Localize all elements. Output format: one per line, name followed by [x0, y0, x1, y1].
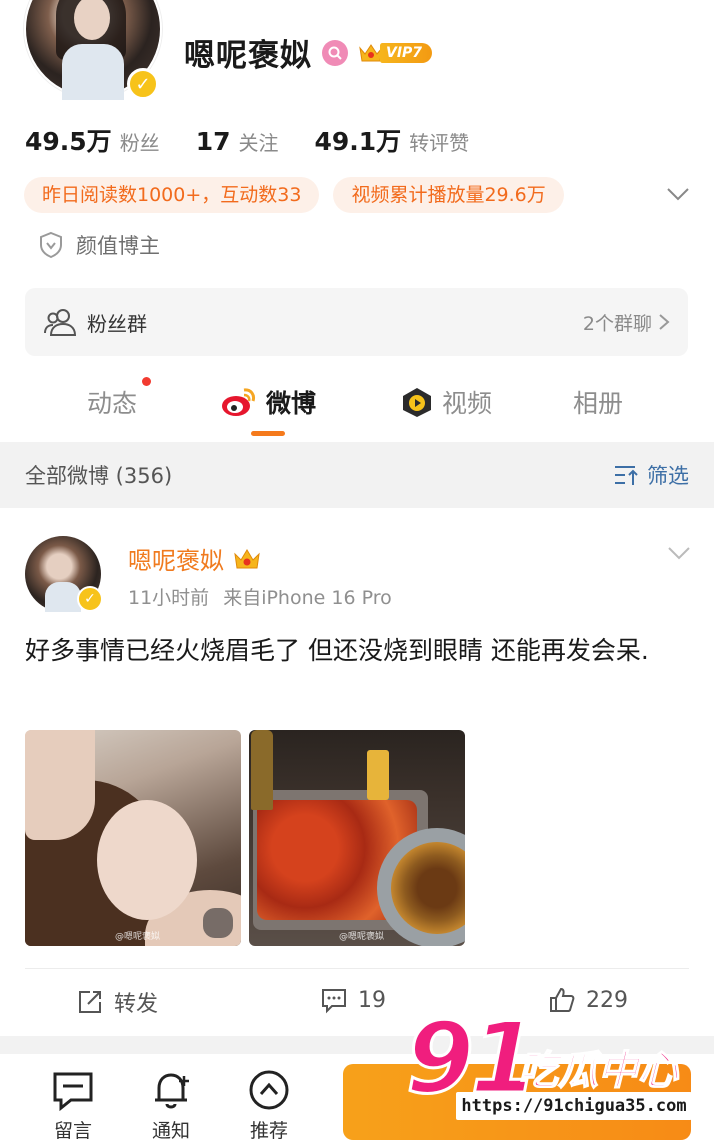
- logo-text: 吃瓜中心: [517, 1047, 679, 1095]
- post-author-name[interactable]: 嗯呢褒姒: [128, 541, 224, 576]
- post-source: 来自iPhone 16 Pro: [223, 587, 392, 609]
- video-logo-icon: [403, 388, 431, 417]
- fan-group-label: 粉丝群: [87, 311, 147, 336]
- image-watermark: @嗯呢褒姒: [115, 932, 161, 942]
- tab-label: 动态: [87, 389, 138, 418]
- stat-followers[interactable]: 49.5万 粉丝: [25, 122, 160, 158]
- image-watermark: @嗯呢褒姒: [339, 932, 385, 942]
- reads-pill[interactable]: 昨日阅读数1000+，互动数33: [24, 177, 320, 213]
- vip-level: VIP7: [380, 42, 433, 63]
- post-filter-bar: 全部微博 (356) 筛选: [0, 442, 714, 508]
- search-icon[interactable]: [322, 39, 348, 66]
- fan-group-count: 2个群聊: [583, 309, 670, 336]
- tab-label: 微博: [266, 389, 317, 418]
- stat-value: 49.5万: [25, 127, 112, 156]
- shield-icon: [40, 231, 62, 259]
- fan-group-card[interactable]: 粉丝群 2个群聊: [25, 288, 688, 356]
- post-time: 11小时前: [128, 587, 210, 609]
- tab-dynamics[interactable]: 动态: [87, 384, 137, 420]
- site-watermark-logo: 91 吃瓜中心 https://91chigua35.com: [400, 1001, 705, 1128]
- vip-crown-icon: [234, 548, 260, 568]
- message-nav-button[interactable]: 留言: [43, 1068, 103, 1140]
- stat-label: 转评赞: [409, 131, 470, 155]
- profile-username: 嗯呢褒姒: [184, 38, 312, 74]
- filter-icon: [615, 466, 638, 485]
- comment-icon: [322, 989, 346, 1014]
- filter-button[interactable]: 筛选: [613, 460, 689, 490]
- stat-value: 17: [195, 127, 231, 156]
- chevron-up-circle-icon: [249, 1070, 289, 1110]
- divider: [25, 968, 689, 969]
- repost-label: 转发: [114, 992, 159, 1017]
- blogger-tag[interactable]: 颜值博主: [38, 230, 160, 260]
- repost-icon: [79, 991, 101, 1013]
- post-image-2[interactable]: @嗯呢褒姒: [249, 730, 465, 946]
- video-plays-pill[interactable]: 视频累计播放量29.6万: [333, 177, 564, 213]
- repost-button[interactable]: 转发: [76, 986, 158, 1018]
- bell-plus-icon: [155, 1073, 189, 1109]
- stat-interactions[interactable]: 49.1万 转评赞: [314, 122, 469, 158]
- profile-highlights: 昨日阅读数1000+，互动数33 视频累计播放量29.6万: [24, 177, 564, 213]
- fan-group-count-text: 2个群聊: [582, 312, 652, 335]
- tab-weibo[interactable]: 微博: [220, 384, 316, 420]
- tab-label: 相册: [573, 389, 624, 418]
- stat-following[interactable]: 17 关注: [196, 127, 279, 156]
- notify-nav-button[interactable]: 通知: [141, 1068, 201, 1140]
- post-author-row: 嗯呢褒姒: [128, 541, 262, 576]
- profile-stats: 49.5万 粉丝 17 关注 49.1万 转评赞: [25, 122, 505, 158]
- chevron-down-icon[interactable]: [666, 544, 692, 562]
- comment-count: 19: [358, 987, 386, 1013]
- comment-button[interactable]: 19: [320, 986, 386, 1014]
- post-count-title: 全部微博 (356): [25, 464, 173, 488]
- verified-badge-icon: ✓: [77, 586, 103, 612]
- profile-tabs: 动态 微博 视频 相册: [0, 370, 714, 440]
- weibo-logo-icon: [222, 388, 255, 416]
- post-meta: 11小时前 来自iPhone 16 Pro: [128, 583, 392, 610]
- tab-label: 视频: [442, 389, 493, 418]
- verified-badge-icon: ✓: [127, 68, 159, 100]
- tab-video[interactable]: 视频: [400, 384, 492, 420]
- nav-label: 通知: [151, 1120, 190, 1140]
- vip-badge[interactable]: VIP7: [358, 41, 433, 65]
- filter-label: 筛选: [647, 464, 689, 488]
- chevron-right-icon: [659, 314, 670, 330]
- active-tab-indicator: [251, 431, 285, 436]
- nav-label: 推荐: [249, 1120, 288, 1140]
- people-icon: [44, 309, 77, 336]
- stat-value: 49.1万: [314, 127, 402, 156]
- post-image-1[interactable]: @嗯呢褒姒: [25, 730, 241, 946]
- recommend-nav-button[interactable]: 推荐: [239, 1068, 299, 1140]
- stat-label: 关注: [238, 131, 279, 155]
- chevron-down-icon[interactable]: [664, 184, 692, 204]
- tag-label: 颜值博主: [76, 234, 160, 258]
- unread-dot-icon: [142, 377, 151, 386]
- tab-album[interactable]: 相册: [573, 384, 623, 420]
- post-content: 好多事情已经火烧眉毛了 但还没烧到眼睛 还能再发会呆.: [25, 636, 649, 665]
- stat-label: 粉丝: [119, 131, 160, 155]
- message-icon: [53, 1072, 93, 1112]
- profile-name-row: 嗯呢褒姒 VIP7: [184, 30, 433, 75]
- logo-url: https://91chigua35.com: [456, 1092, 692, 1120]
- nav-label: 留言: [53, 1120, 92, 1140]
